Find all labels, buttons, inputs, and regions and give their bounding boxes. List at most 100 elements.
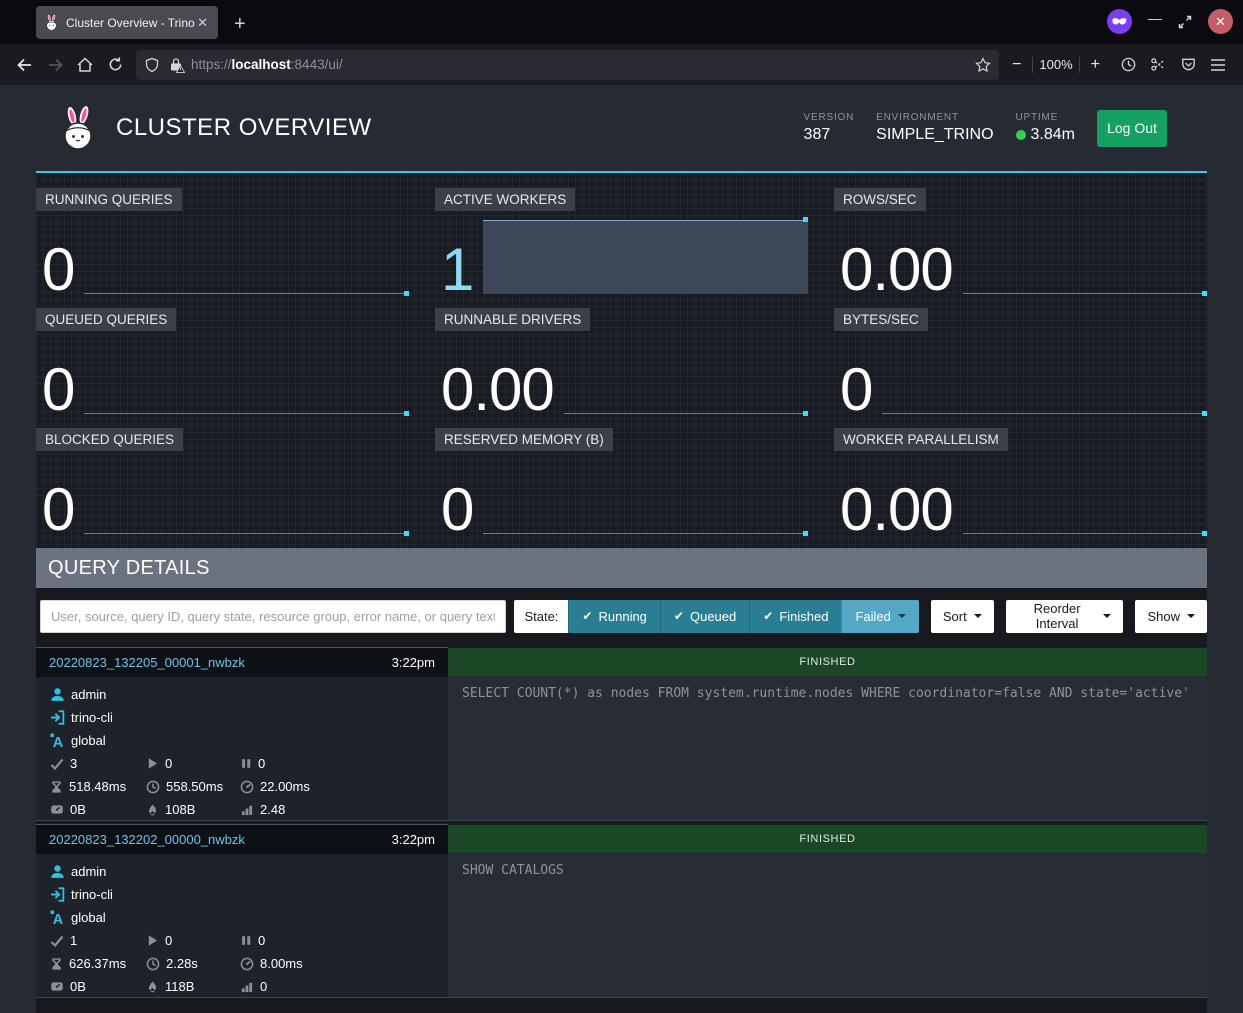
execution-time-icon — [240, 957, 254, 971]
browser-chrome: Cluster Overview - Trino ✕ + — ✕ — [0, 0, 1243, 85]
chevron-down-icon — [898, 614, 906, 618]
history-clock-icon[interactable] — [1113, 51, 1143, 79]
svg-text:A: A — [53, 735, 64, 748]
filter-finished-button[interactable]: Finished — [749, 600, 841, 633]
version-info: VERSION 387 — [804, 112, 855, 144]
sparkline — [483, 220, 808, 294]
query-user: admin — [50, 860, 448, 883]
query-user: admin — [50, 683, 448, 706]
page-header: CLUSTER OVERVIEW VERSION 387 ENVIRONMENT… — [36, 85, 1207, 171]
page-title: CLUSTER OVERVIEW — [116, 114, 372, 142]
window-restore-button[interactable] — [1178, 15, 1192, 29]
query-memory: 0B108B2.48 — [50, 798, 448, 821]
window-minimize-button[interactable]: — — [1148, 10, 1162, 34]
completed-splits-icon — [50, 757, 64, 771]
sort-dropdown[interactable]: Sort — [931, 600, 994, 633]
forward-button[interactable] — [40, 51, 70, 79]
trino-favicon — [44, 14, 59, 31]
query-resource-group: Aglobal — [50, 729, 448, 752]
user-icon — [50, 864, 65, 879]
cumulative-memory-icon — [146, 803, 159, 817]
query-row: 20220823_132205_00001_nwbzk 3:22pm admin… — [36, 647, 1207, 821]
query-time: 3:22pm — [392, 832, 435, 847]
query-row: 20220823_132202_00000_nwbzk 3:22pm admin… — [36, 824, 1207, 998]
url-text[interactable]: https://localhost:8443/ui/ — [191, 57, 343, 72]
query-memory: 0B118B0 — [50, 975, 448, 998]
trino-bunny-logo — [58, 105, 98, 151]
filter-queued-button[interactable]: Queued — [660, 600, 749, 633]
query-summary: 20220823_132202_00000_nwbzk 3:22pm admin… — [36, 824, 448, 997]
logout-button[interactable]: Log Out — [1097, 110, 1167, 147]
query-id-link[interactable]: 20220823_132202_00000_nwbzk — [49, 832, 245, 847]
query-times: 626.37ms2.28s8.00ms — [50, 952, 448, 975]
query-state-badge: FINISHED — [448, 647, 1207, 676]
sparkline — [882, 340, 1207, 414]
query-state-badge: FINISHED — [448, 824, 1207, 853]
sparkline — [963, 460, 1207, 534]
chevron-down-icon — [974, 614, 982, 618]
back-button[interactable] — [10, 51, 40, 79]
query-id-link[interactable]: 20220823_132205_00001_nwbzk — [49, 655, 245, 670]
chevron-down-icon — [1103, 614, 1111, 618]
running-splits-icon — [146, 934, 159, 947]
sparkline — [84, 340, 409, 414]
uptime-status-dot — [1016, 130, 1026, 140]
window-close-button[interactable]: ✕ — [1208, 9, 1233, 34]
queued-splits-icon — [240, 934, 252, 947]
home-button[interactable] — [70, 51, 100, 79]
new-tab-button[interactable]: + — [234, 14, 246, 34]
navigation-bar: https://localhost:8443/ui/ − 100% + — [0, 44, 1243, 85]
show-dropdown[interactable]: Show — [1135, 600, 1207, 633]
filter-running-button[interactable]: Running — [568, 600, 660, 633]
svg-text:A: A — [53, 912, 64, 925]
query-source: trino-cli — [50, 883, 448, 906]
resource-group-icon: A — [50, 733, 65, 748]
trino-cluster-overview-page: CLUSTER OVERVIEW VERSION 387 ENVIRONMENT… — [0, 85, 1243, 1013]
stat-tile: RESERVED MEMORY (B)0 — [435, 428, 808, 538]
section-title: QUERY DETAILS — [36, 548, 1207, 588]
zoom-in-button[interactable]: + — [1086, 56, 1105, 74]
search-input[interactable] — [40, 600, 506, 633]
running-splits-icon — [146, 757, 159, 770]
query-splits: 300 — [50, 752, 448, 775]
execution-time-icon — [240, 780, 254, 794]
stat-tile: ROWS/SEC0.00 — [834, 188, 1207, 298]
parallelism-icon — [240, 803, 254, 816]
tab-close-icon[interactable]: ✕ — [195, 15, 210, 31]
completed-splits-icon — [50, 934, 64, 948]
browser-tab[interactable]: Cluster Overview - Trino ✕ — [36, 6, 218, 39]
bookmark-star-icon[interactable] — [975, 57, 991, 73]
query-sql-text: SHOW CATALOGS — [448, 853, 1207, 997]
filter-failed-dropdown[interactable]: Failed — [841, 600, 918, 633]
source-signin-icon — [50, 887, 65, 902]
screenshot-scissors-icon[interactable] — [1143, 51, 1173, 79]
stat-tile: RUNNING QUERIES0 — [36, 188, 409, 298]
chevron-down-icon — [1187, 614, 1195, 618]
query-resource-group: Aglobal — [50, 906, 448, 929]
cumulative-memory-icon — [146, 980, 159, 994]
stat-tile: QUEUED QUERIES0 — [36, 308, 409, 418]
tab-title: Cluster Overview - Trino — [66, 16, 195, 30]
shield-icon[interactable] — [144, 57, 160, 73]
query-details-section: QUERY DETAILS State: Running Queued Fini… — [36, 548, 1207, 1013]
sparkline — [84, 220, 409, 294]
menu-hamburger-icon[interactable] — [1203, 51, 1233, 79]
pocket-icon[interactable] — [1173, 51, 1203, 79]
sparkline — [564, 340, 808, 414]
reload-button[interactable] — [100, 51, 130, 79]
user-icon — [50, 687, 65, 702]
query-source: trino-cli — [50, 706, 448, 729]
state-filter-label: State: — [514, 600, 568, 633]
query-toolbar: State: Running Queued Finished Failed So… — [36, 588, 1207, 644]
lock-warning-icon[interactable] — [169, 57, 183, 72]
current-memory-icon — [50, 803, 64, 816]
zoom-out-button[interactable]: − — [1007, 56, 1026, 74]
source-signin-icon — [50, 710, 65, 725]
query-splits: 100 — [50, 929, 448, 952]
zoom-level[interactable]: 100% — [1039, 57, 1072, 72]
wall-time-icon — [50, 957, 63, 971]
reorder-interval-dropdown[interactable]: Reorder Interval — [1006, 600, 1124, 633]
query-summary: 20220823_132205_00001_nwbzk 3:22pm admin… — [36, 647, 448, 820]
url-bar[interactable]: https://localhost:8443/ui/ — [136, 50, 999, 80]
tab-bar: Cluster Overview - Trino ✕ + — ✕ — [0, 0, 1243, 44]
